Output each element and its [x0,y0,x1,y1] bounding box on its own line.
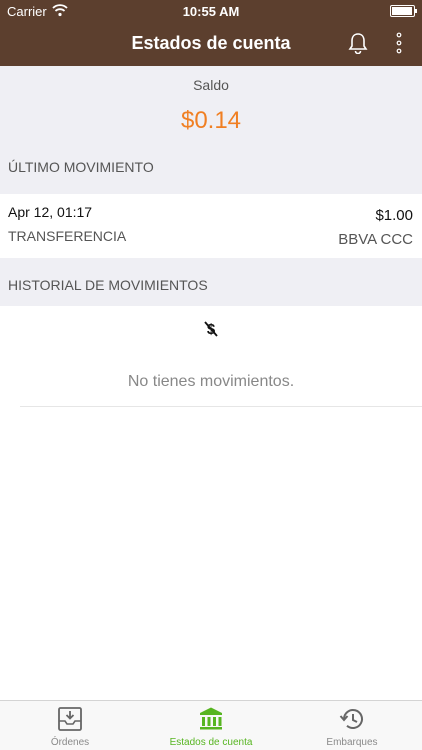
no-money-icon: $ [204,321,218,338]
history-header: HISTORIAL DE MOVIMIENTOS [8,277,208,293]
movement-type: TRANSFERENCIA [8,228,127,244]
bell-icon[interactable] [347,32,369,54]
history-section: HISTORIAL DE MOVIMIENTOS [0,258,422,306]
movement-amount: $1.00 [375,207,413,224]
tab-label: Órdenes [50,737,90,748]
status-time: 10:55 AM [182,4,240,19]
empty-message: No tienes movimientos. [127,373,295,390]
inbox-download-icon [58,707,82,731]
history-icon [339,709,363,729]
tab-estados-de-cuenta[interactable]: Estados de cuenta [141,701,281,750]
nav-bar: Estados de cuenta [0,22,422,66]
balance-label: Saldo [193,77,229,93]
tab-embarques[interactable]: Embarques [282,701,422,750]
tab-label: Embarques [326,737,378,748]
more-vertical-icon[interactable] [392,30,406,56]
status-bar: Carrier 10:55 AM [0,0,422,22]
divider [20,406,422,407]
battery-level [392,7,412,15]
tab-ordenes[interactable]: Órdenes [0,701,140,750]
last-movement-header: ÚLTIMO MOVIMIENTO [8,159,154,175]
battery-icon [390,5,417,17]
tab-bar: Órdenes Estados de cuenta Embarques [0,700,422,750]
tab-label: Estados de cuenta [169,737,253,748]
movement-date: Apr 12, 01:17 [8,204,93,220]
bank-icon [200,707,222,730]
balance-section: Saldo $0.14 ÚLTIMO MOVIMIENTO [0,66,422,194]
last-movement-row[interactable]: Apr 12, 01:17 TRANSFERENCIA $1.00 BBVA C… [0,194,422,258]
balance-amount: $0.14 [180,107,242,134]
movement-bank: BBVA CCC [338,231,413,248]
